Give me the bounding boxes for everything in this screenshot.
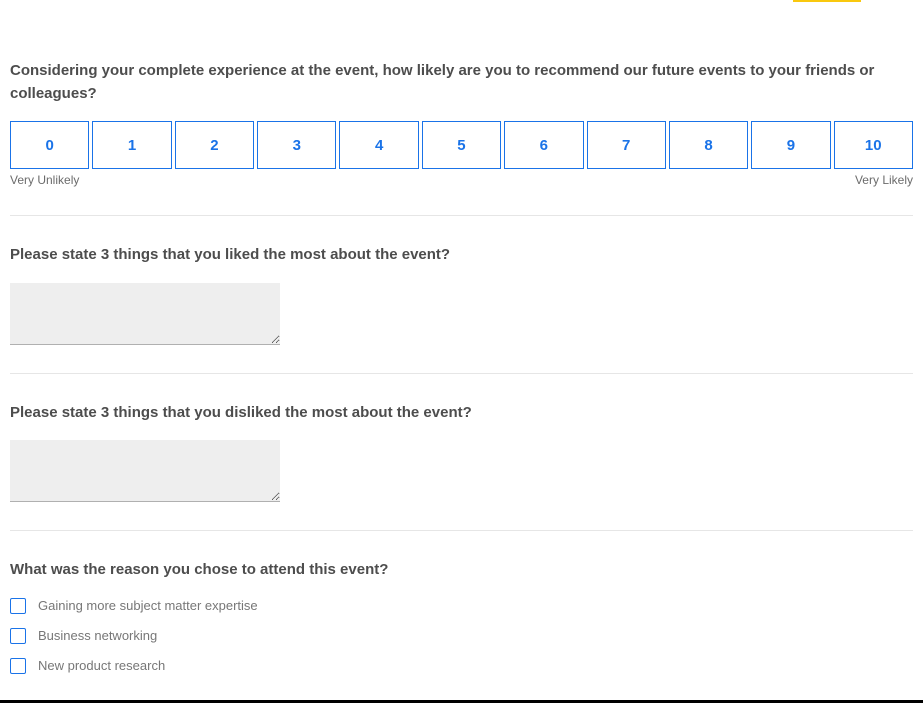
accent-bar (793, 0, 861, 2)
nps-option-5[interactable]: 5 (422, 121, 501, 169)
nps-scale-row: 0 1 2 3 4 5 6 7 8 9 10 (10, 121, 913, 169)
nps-option-8[interactable]: 8 (669, 121, 748, 169)
question-reason-prompt: What was the reason you chose to attend … (10, 559, 913, 582)
nps-option-6[interactable]: 6 (504, 121, 583, 169)
reason-checkbox-list: Gaining more subject matter expertise Bu… (10, 598, 913, 674)
nps-option-0[interactable]: 0 (10, 121, 89, 169)
question-nps-prompt: Considering your complete experience at … (10, 60, 913, 105)
question-nps: Considering your complete experience at … (10, 60, 913, 187)
divider (10, 215, 913, 216)
liked-textarea[interactable] (10, 283, 280, 345)
reason-option-networking[interactable]: Business networking (10, 628, 913, 644)
nps-option-1[interactable]: 1 (92, 121, 171, 169)
nps-option-4[interactable]: 4 (339, 121, 418, 169)
checkbox-icon (10, 598, 26, 614)
nps-option-7[interactable]: 7 (587, 121, 666, 169)
checkbox-icon (10, 628, 26, 644)
divider (10, 373, 913, 374)
reason-option-label: Business networking (38, 628, 157, 643)
question-reason: What was the reason you chose to attend … (10, 559, 913, 674)
nps-option-10[interactable]: 10 (834, 121, 913, 169)
nps-option-3[interactable]: 3 (257, 121, 336, 169)
reason-option-label: New product research (38, 658, 165, 673)
question-liked-prompt: Please state 3 things that you liked the… (10, 244, 913, 267)
checkbox-icon (10, 658, 26, 674)
disliked-textarea[interactable] (10, 440, 280, 502)
nps-anchor-high: Very Likely (855, 173, 913, 187)
nps-option-2[interactable]: 2 (175, 121, 254, 169)
question-disliked: Please state 3 things that you disliked … (10, 402, 913, 503)
reason-option-expertise[interactable]: Gaining more subject matter expertise (10, 598, 913, 614)
nps-anchors: Very Unlikely Very Likely (10, 173, 913, 187)
divider (10, 530, 913, 531)
nps-anchor-low: Very Unlikely (10, 173, 79, 187)
reason-option-label: Gaining more subject matter expertise (38, 598, 258, 613)
question-liked: Please state 3 things that you liked the… (10, 244, 913, 345)
nps-option-9[interactable]: 9 (751, 121, 830, 169)
question-disliked-prompt: Please state 3 things that you disliked … (10, 402, 913, 425)
survey-content: Considering your complete experience at … (0, 0, 923, 674)
reason-option-product-research[interactable]: New product research (10, 658, 913, 674)
